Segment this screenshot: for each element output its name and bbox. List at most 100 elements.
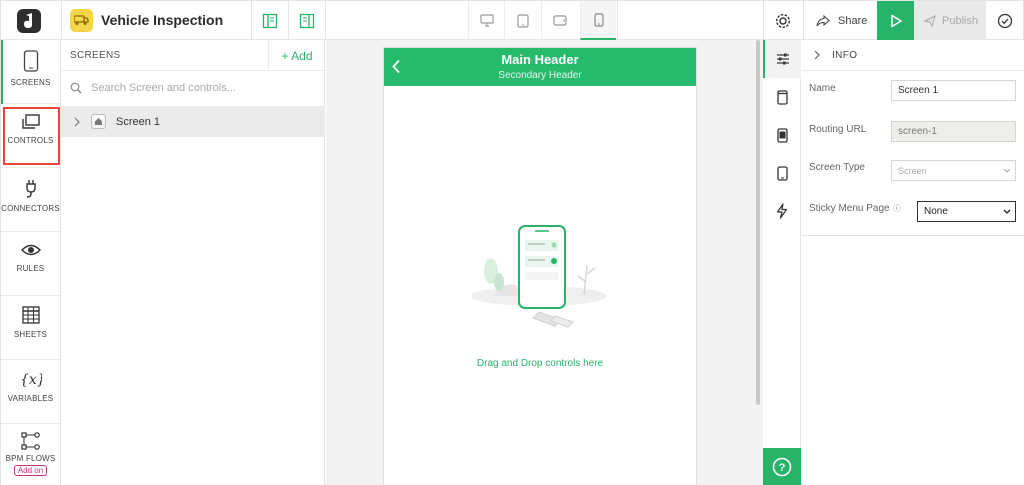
- phone-outline-icon: [776, 89, 788, 105]
- search-bar: [61, 71, 325, 105]
- tab-events[interactable]: [763, 192, 801, 230]
- properties-panel: INFO Name Routing URL Screen Type Screen…: [802, 40, 1024, 485]
- share-label: Share: [838, 14, 868, 27]
- chevron-right-icon[interactable]: [73, 117, 81, 127]
- nav-connectors[interactable]: CONNECTORS: [1, 168, 60, 232]
- svg-text:{x}: {x}: [20, 372, 42, 388]
- table-icon: [21, 306, 40, 324]
- publish-button[interactable]: Publish: [914, 1, 986, 40]
- lightning-icon: [776, 203, 788, 219]
- screen-name: Screen 1: [116, 115, 161, 128]
- panel-title: SCREENS: [70, 50, 121, 61]
- nav-label: RULES: [16, 264, 45, 273]
- variable-icon: {x}: [20, 372, 42, 388]
- check-circle-icon: [997, 13, 1012, 28]
- desktop-view-button[interactable]: [468, 1, 504, 40]
- info-icon[interactable]: ⓘ: [893, 204, 901, 213]
- name-label: Name: [809, 83, 836, 94]
- preview-button[interactable]: [877, 1, 914, 40]
- screens-panel: SCREENS + Add Screen 1: [61, 40, 325, 485]
- help-button[interactable]: ?: [763, 448, 801, 485]
- settings-button[interactable]: [764, 1, 802, 40]
- top-bar: Vehicle Inspection Share Publish: [1, 1, 1023, 40]
- nav-bpm-flows[interactable]: BPM FLOWS Add on: [1, 424, 60, 485]
- help-icon: ?: [772, 457, 792, 477]
- logo-icon[interactable]: [17, 9, 41, 33]
- nav-label: VARIABLES: [7, 394, 54, 403]
- info-section-header[interactable]: INFO: [802, 40, 1024, 71]
- landscape-icon: [552, 15, 567, 26]
- nav-label: CONNECTORS: [1, 204, 60, 213]
- chevron-down-icon: [1003, 209, 1011, 214]
- nav-sheets[interactable]: SHEETS: [1, 296, 60, 360]
- sliders-icon: [777, 53, 789, 65]
- routing-url-field: [891, 121, 1016, 142]
- tab-properties[interactable]: [763, 40, 801, 78]
- app-window: Vehicle Inspection Share Publish SCREENS…: [0, 0, 1024, 485]
- empty-state-illustration: [471, 225, 607, 328]
- phone-preview[interactable]: Main Header Secondary Header Drag and Dr…: [383, 47, 697, 485]
- secondary-header: Secondary Header: [498, 70, 582, 81]
- screen-type-select[interactable]: Screen: [891, 160, 1016, 181]
- layout-right-icon[interactable]: [289, 1, 325, 40]
- tab-screen-layout[interactable]: [763, 78, 801, 116]
- nav-label: BPM FLOWS: [5, 454, 56, 463]
- screen-type-label: Screen Type: [809, 162, 865, 173]
- name-field[interactable]: [891, 80, 1016, 101]
- play-icon: [890, 14, 902, 27]
- validate-button[interactable]: [986, 1, 1023, 40]
- mobile-icon: [593, 12, 604, 27]
- tablet-view-button[interactable]: [504, 1, 540, 40]
- design-canvas: Main Header Secondary Header Drag and Dr…: [326, 40, 763, 485]
- search-icon: [70, 82, 82, 94]
- tab-device[interactable]: [763, 154, 801, 192]
- properties-tab-strip: ?: [763, 40, 801, 485]
- share-icon: [816, 14, 830, 26]
- addon-badge: Add on: [13, 465, 48, 476]
- divider: [325, 1, 326, 40]
- tab-screen-style[interactable]: [763, 116, 801, 154]
- svg-text:?: ?: [779, 462, 786, 474]
- phone-icon: [23, 50, 38, 72]
- canvas-scrollbar[interactable]: [756, 40, 760, 405]
- sticky-menu-value: None: [924, 206, 948, 217]
- screen-header[interactable]: Main Header Secondary Header: [384, 48, 696, 86]
- send-icon: [924, 14, 936, 27]
- section-title: INFO: [832, 49, 858, 61]
- sticky-menu-label-text: Sticky Menu Page: [809, 203, 890, 214]
- main-header: Main Header: [501, 52, 579, 67]
- nav-variables[interactable]: {x} VARIABLES: [1, 360, 60, 424]
- landscape-view-button[interactable]: [541, 1, 577, 40]
- app-title[interactable]: Vehicle Inspection: [101, 12, 223, 28]
- nav-screens[interactable]: SCREENS: [1, 40, 60, 104]
- eye-icon: [20, 244, 41, 256]
- home-icon: [91, 114, 106, 129]
- tablet-icon: [516, 13, 529, 28]
- phone-filled-icon: [776, 127, 788, 143]
- screen-type-value: Screen: [898, 165, 927, 176]
- divider: [802, 235, 1024, 236]
- divider: [61, 1, 62, 40]
- gear-icon: [775, 13, 791, 28]
- drop-zone-hint[interactable]: Drag and Drop controls here: [384, 358, 696, 369]
- controls-highlight: [3, 107, 60, 165]
- desktop-icon: [479, 14, 494, 27]
- screen-list-item[interactable]: Screen 1: [61, 106, 325, 137]
- nav-label: SCREENS: [10, 78, 51, 87]
- mobile-device-icon: [776, 165, 788, 181]
- app-icon: [70, 9, 93, 32]
- nav-rules[interactable]: RULES: [1, 232, 60, 296]
- mobile-view-button[interactable]: [580, 1, 616, 40]
- flow-icon: [20, 432, 40, 450]
- layout-left-icon[interactable]: [252, 1, 288, 40]
- add-screen-button[interactable]: + Add: [268, 40, 325, 71]
- sticky-menu-select[interactable]: None: [917, 201, 1016, 222]
- chevron-right-icon: [814, 50, 820, 60]
- routing-url-label: Routing URL: [809, 124, 867, 135]
- plug-icon: [25, 180, 36, 198]
- share-button[interactable]: Share: [803, 1, 877, 40]
- sticky-menu-label: Sticky Menu Page ⓘ: [809, 203, 901, 214]
- search-input[interactable]: [91, 82, 291, 94]
- chevron-down-icon: [1003, 168, 1011, 173]
- divider: [617, 1, 618, 40]
